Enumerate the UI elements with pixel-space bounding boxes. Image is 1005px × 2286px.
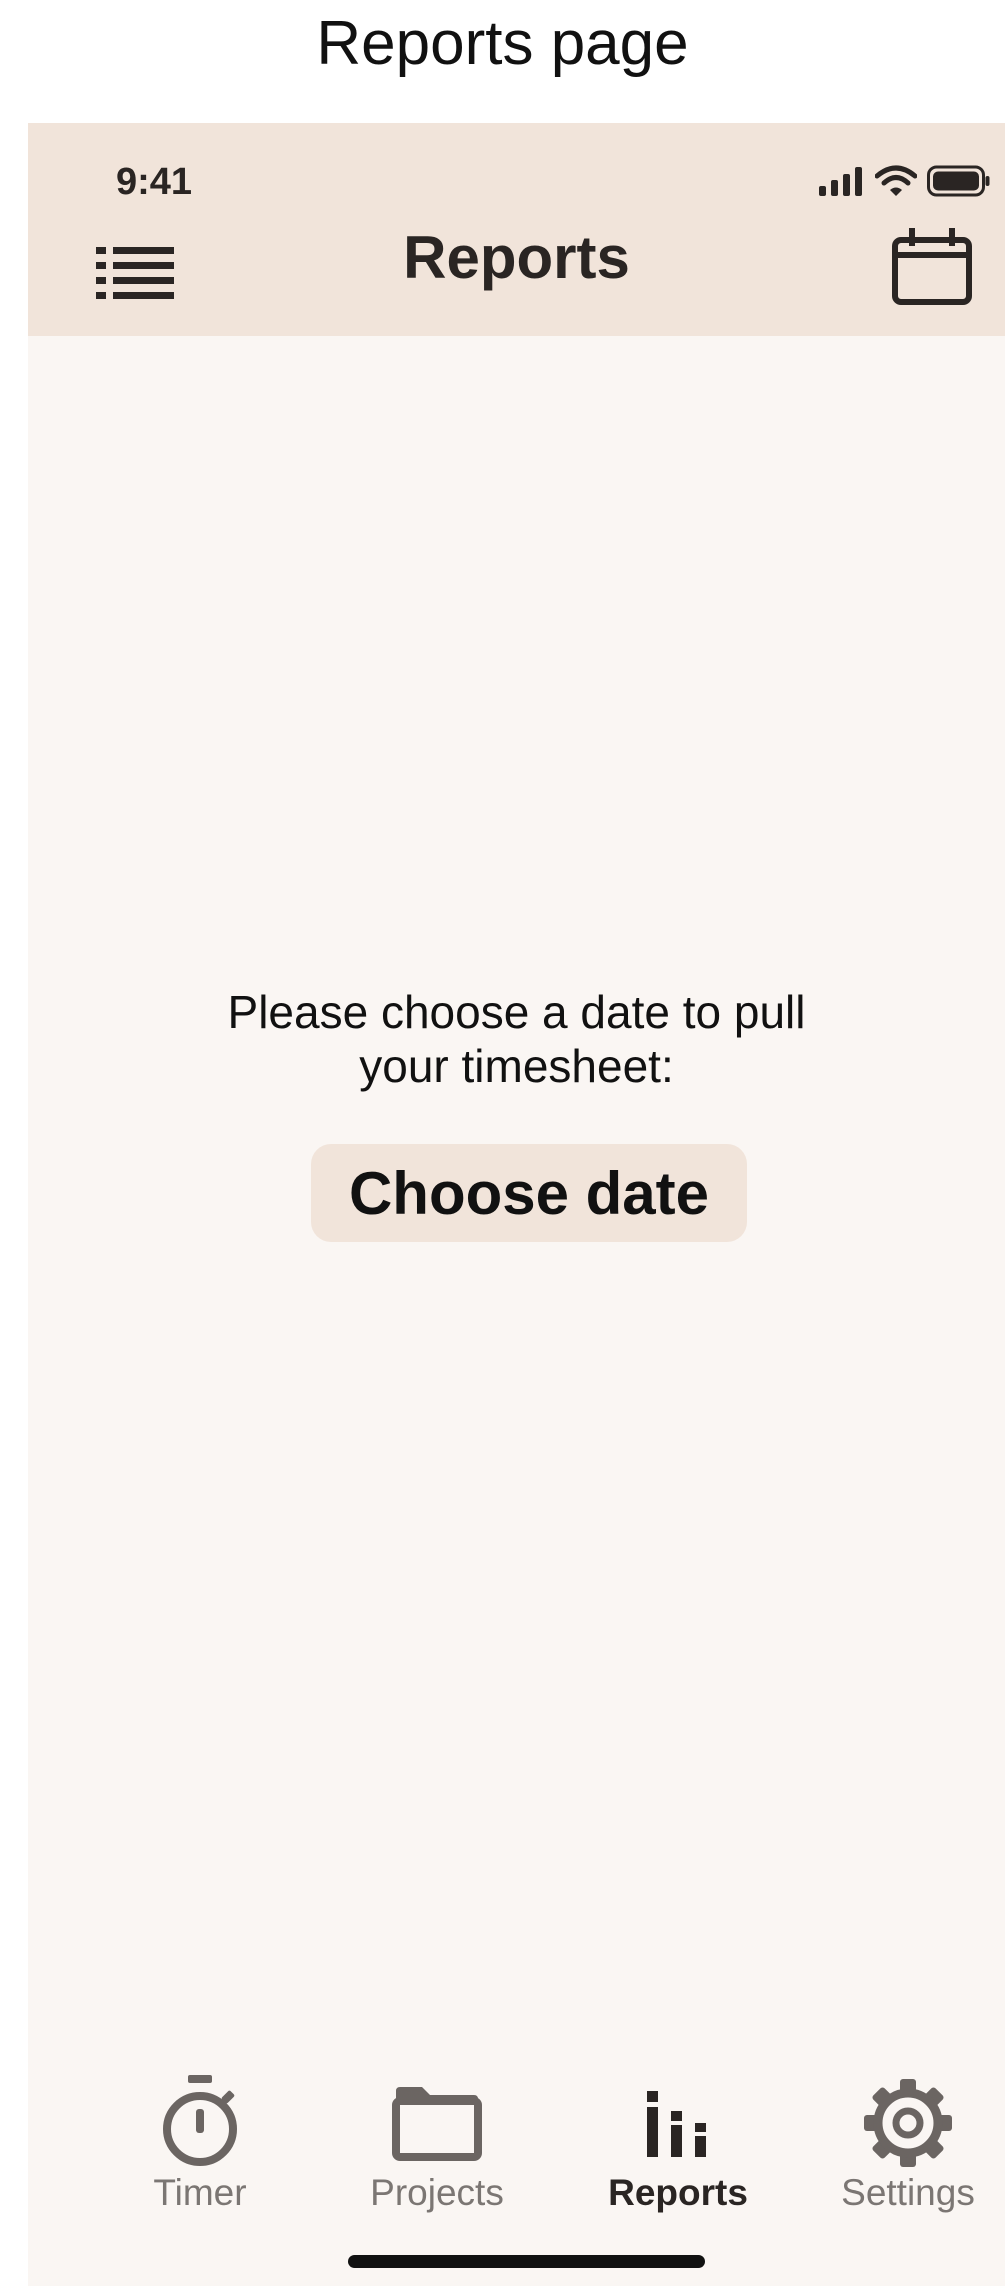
home-indicator — [348, 2255, 705, 2268]
choose-date-button[interactable]: Choose date — [311, 1144, 747, 1242]
status-time: 9:41 — [116, 161, 193, 203]
tab-settings[interactable]: Settings — [808, 2073, 1005, 2223]
battery-icon — [927, 165, 990, 197]
tab-label: Timer — [153, 2172, 247, 2213]
app-header: 9:41 Reports — [28, 123, 1005, 336]
tab-label: Settings — [841, 2172, 975, 2213]
tab-projects[interactable]: Projects — [337, 2073, 537, 2223]
calendar-icon[interactable] — [891, 228, 973, 306]
page-title: Reports — [403, 224, 630, 291]
folder-icon — [392, 2087, 482, 2161]
prompt-line-2: your timesheet: — [359, 1040, 674, 1092]
wifi-icon — [875, 165, 917, 196]
status-icons — [819, 163, 991, 199]
gear-icon — [864, 2079, 952, 2167]
date-prompt: Please choose a date to pull your timesh… — [28, 985, 1005, 1093]
tab-label: Projects — [370, 2172, 504, 2213]
tab-label: Reports — [608, 2172, 748, 2213]
stopwatch-icon — [163, 2075, 237, 2166]
bar-chart-icon — [647, 2091, 706, 2157]
phone-screen: 9:41 Reports Please choose a date to pul… — [28, 123, 1005, 2286]
tab-timer[interactable]: Timer — [100, 2073, 300, 2223]
tab-reports[interactable]: Reports — [578, 2073, 778, 2223]
page-caption: Reports page — [316, 9, 689, 78]
prompt-line-1: Please choose a date to pull — [227, 986, 806, 1038]
cellular-signal-icon — [819, 167, 862, 196]
